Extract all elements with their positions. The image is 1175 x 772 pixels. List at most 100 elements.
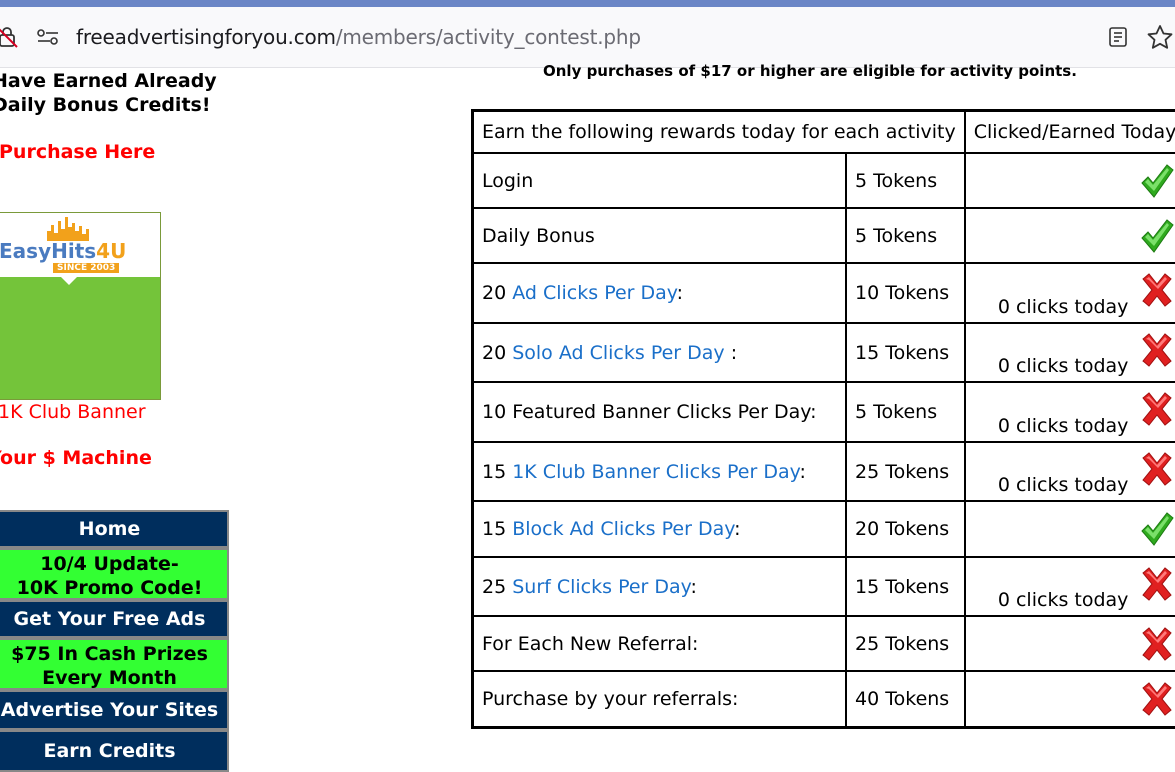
- cross-icon: [1140, 566, 1174, 607]
- status-cell: 0 clicks today: [963, 322, 1175, 383]
- nav-promo-line-2: 10K Promo Code!: [16, 577, 203, 599]
- activity-text: 20: [482, 341, 513, 364]
- reward-row: 15 Block Ad Clicks Per Day: 20 Tokens: [471, 500, 1175, 558]
- reward-row: 10 Featured Banner Clicks Per Day: 5 Toke…: [471, 381, 1175, 443]
- activity-text: 25: [482, 575, 513, 598]
- nav-home[interactable]: Home: [0, 510, 229, 548]
- activity-cell: 15 1K Club Banner Clicks Per Day:: [471, 441, 848, 502]
- address-bar[interactable]: freeadvertisingforyou.com/members/activi…: [0, 7, 1175, 68]
- activity-cell: 15 Block Ad Clicks Per Day:: [471, 500, 848, 558]
- nav-free-ads[interactable]: Get Your Free Ads: [0, 600, 229, 638]
- rewards-header-row: Earn the following rewards today for eac…: [471, 109, 1175, 154]
- status-cell: 0 clicks today: [963, 441, 1175, 502]
- activity-link[interactable]: 1K Club Banner Clicks Per Day: [512, 461, 799, 483]
- cross-icon: [1140, 626, 1174, 667]
- nav-advertise-label: Advertise Your Sites: [0, 699, 219, 721]
- earned-notice: Have Earned Already Daily Bonus Credits!: [0, 69, 217, 117]
- cross-icon: [1140, 332, 1174, 373]
- activity-link[interactable]: Block Ad Clicks Per Day: [512, 518, 734, 540]
- banner-pointer: [61, 277, 77, 285]
- status-cell: 0 clicks today: [963, 381, 1175, 443]
- cross-icon: [1140, 451, 1174, 492]
- activity-cell: 10 Featured Banner Clicks Per Day:: [471, 381, 848, 443]
- activity-text: Login: [482, 169, 534, 192]
- banner-logo-main: EasyHits: [0, 239, 97, 263]
- money-machine-link[interactable]: Your $ Machine: [0, 447, 152, 469]
- cross-icon: [1140, 391, 1174, 432]
- activity-cell: For Each New Referral:: [471, 615, 848, 672]
- activity-text: 10 Featured Banner Clicks Per Day:: [482, 401, 817, 423]
- activity-cell: Purchase by your referrals:: [471, 670, 848, 729]
- tokens-cell: 25 Tokens: [845, 441, 966, 502]
- activity-suffix: :: [724, 341, 738, 364]
- activity-text: Purchase by your referrals:: [482, 688, 739, 710]
- purchase-here-link[interactable]: Purchase Here: [0, 141, 155, 163]
- activity-text: 15: [482, 460, 513, 483]
- activity-link[interactable]: Ad Clicks Per Day: [512, 282, 676, 304]
- reward-row: 20 Solo Ad Clicks Per Day :15 Tokens 0 cl…: [471, 322, 1175, 383]
- checkmark-icon: [1140, 511, 1175, 552]
- browser-top-band: [0, 0, 1175, 7]
- activity-suffix: :: [799, 460, 806, 483]
- bookmark-star-icon[interactable]: [1146, 24, 1174, 50]
- url-path: /members/activity_contest.php: [335, 25, 641, 49]
- cross-icon: [1140, 272, 1174, 313]
- activity-suffix: :: [734, 518, 741, 540]
- url-text[interactable]: freeadvertisingforyou.com/members/activi…: [76, 25, 641, 49]
- activity-text: Daily Bonus: [482, 224, 595, 247]
- nav-home-label: Home: [78, 518, 141, 540]
- nav-earn-credits-label: Earn Credits: [43, 740, 176, 762]
- tokens-cell: 25 Tokens: [845, 615, 966, 672]
- clicks-today: 0 clicks today: [997, 474, 1129, 496]
- tokens-cell: 20 Tokens: [845, 500, 966, 558]
- rewards-table: Earn the following rewards today for eac…: [471, 109, 1175, 729]
- tokens-cell: 40 Tokens: [845, 670, 966, 729]
- tokens-cell: 15 Tokens: [845, 322, 966, 383]
- activity-link[interactable]: Surf Clicks Per Day: [512, 576, 690, 598]
- tokens-cell: 5 Tokens: [845, 207, 966, 264]
- activity-cell: 20 Solo Ad Clicks Per Day :: [471, 322, 848, 383]
- activity-suffix: :: [690, 575, 697, 598]
- insecure-lock-icon[interactable]: [0, 25, 20, 49]
- clicks-today: 0 clicks today: [997, 296, 1129, 318]
- checkmark-icon: [1140, 218, 1175, 259]
- earned-line-2: Daily Bonus Credits!: [0, 94, 211, 116]
- nav-cash-line-2: Every Month: [42, 667, 177, 689]
- club-banner-link[interactable]: 1K Club Banner: [0, 401, 146, 423]
- reward-row: For Each New Referral: 25 Tokens: [471, 615, 1175, 672]
- activity-link[interactable]: Solo Ad Clicks Per Day: [512, 342, 724, 364]
- permissions-icon[interactable]: [36, 27, 60, 47]
- cross-icon: [1140, 681, 1174, 722]
- activity-cell: 20 Ad Clicks Per Day:: [471, 262, 848, 324]
- activity-text: 20: [482, 282, 513, 304]
- clicks-today: 0 clicks today: [997, 415, 1129, 437]
- nav-earn-credits[interactable]: Earn Credits: [0, 730, 229, 772]
- reward-row: 25 Surf Clicks Per Day: 15 Tokens 0 clicks…: [471, 556, 1175, 617]
- tokens-cell: 15 Tokens: [845, 556, 966, 617]
- reward-row: Login 5 Tokens: [471, 152, 1175, 209]
- banner-since: SINCE 2003: [53, 263, 120, 273]
- header-clicked-earned: Clicked/Earned Today: [963, 109, 1175, 154]
- activity-suffix: :: [676, 282, 684, 304]
- easyhits4u-banner[interactable]: EasyHits4U SINCE 2003: [0, 212, 161, 400]
- nav-free-ads-label: Get Your Free Ads: [13, 608, 206, 630]
- status-cell: [963, 615, 1175, 672]
- tokens-cell: 5 Tokens: [845, 381, 966, 443]
- status-cell: 0 clicks today: [963, 262, 1175, 324]
- status-cell: [963, 152, 1175, 209]
- url-host: freeadvertisingforyou.com: [76, 25, 336, 49]
- activity-text: For Each New Referral:: [482, 632, 699, 655]
- nav-cash-line-1: $75 In Cash Prizes: [11, 643, 208, 665]
- banner-logo: EasyHits4U: [0, 239, 126, 263]
- clicks-today: 0 clicks today: [997, 355, 1129, 377]
- nav-advertise[interactable]: Advertise Your Sites: [0, 690, 229, 730]
- city-skyline-icon: [47, 217, 89, 241]
- activity-text: 15: [482, 518, 513, 540]
- reward-row: Purchase by your referrals: 40 Tokens: [471, 670, 1175, 729]
- reader-view-icon[interactable]: [1106, 25, 1130, 49]
- clicks-today: 0 clicks today: [997, 589, 1129, 611]
- nav-promo-line-1: 10/4 Update-: [40, 553, 179, 575]
- nav-promo-code[interactable]: 10/4 Update- 10K Promo Code!: [0, 548, 229, 600]
- nav-cash-prizes[interactable]: $75 In Cash Prizes Every Month: [0, 638, 229, 690]
- status-cell: [963, 207, 1175, 264]
